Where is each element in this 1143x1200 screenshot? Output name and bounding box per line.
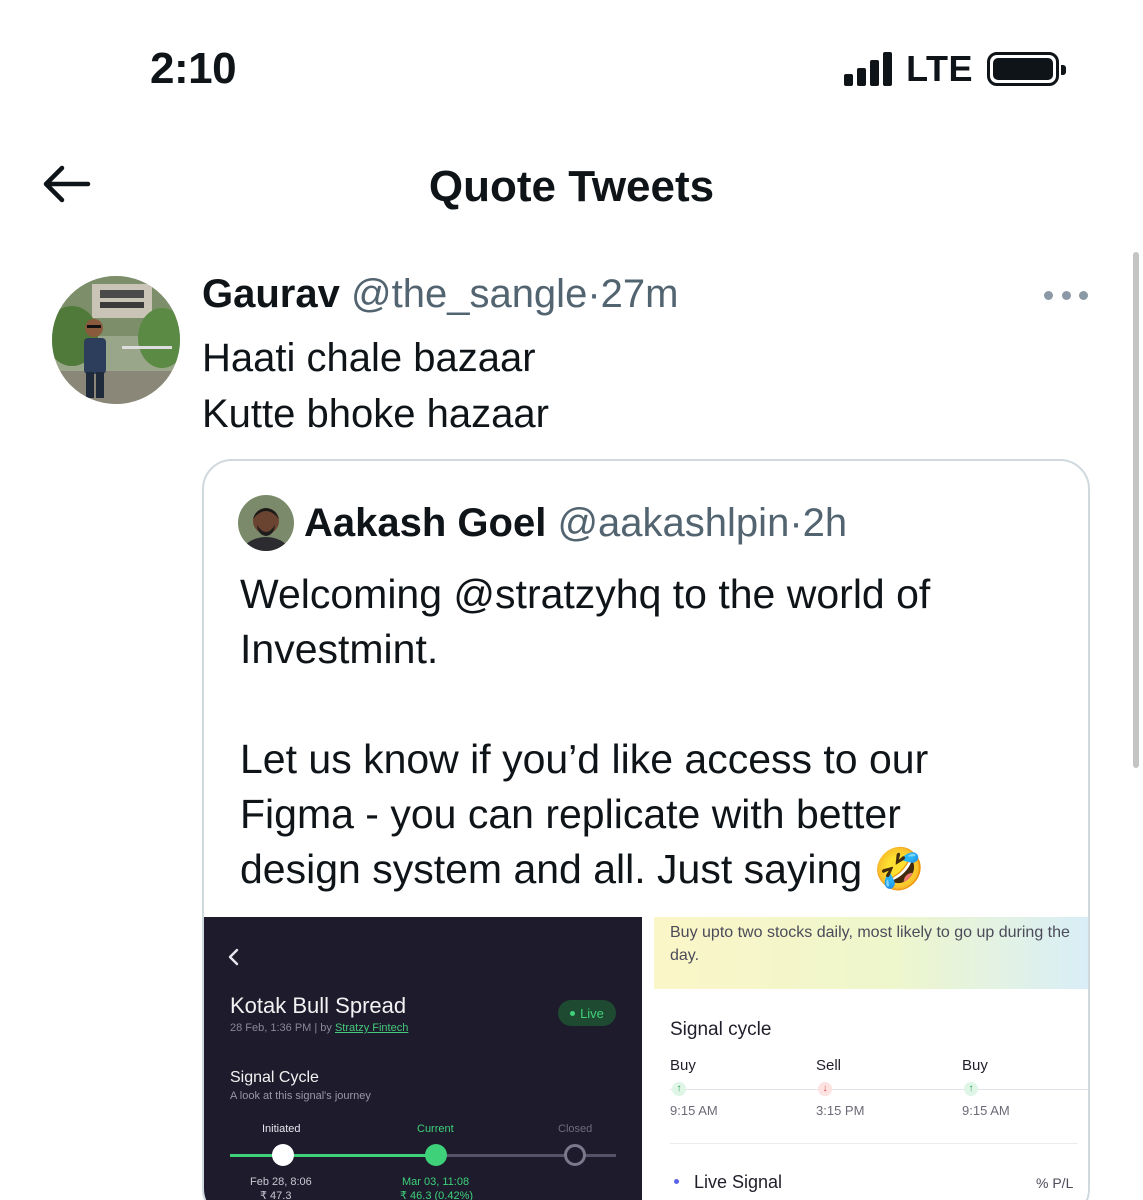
- quoted-tweet-text: Welcoming @stratzyhq to the world of Inv…: [240, 567, 1070, 897]
- tweet-line: Figma - you can replicate with better: [240, 791, 901, 837]
- meta-separator: ·: [789, 501, 803, 545]
- live-badge: Live: [558, 1000, 616, 1026]
- progress-track-remaining: [436, 1154, 616, 1157]
- avatar[interactable]: [238, 495, 294, 551]
- step-date-initiated: Feb 28, 8:06: [250, 1176, 312, 1188]
- cycle-time: 9:15 AM: [670, 1103, 718, 1118]
- live-dot-icon: [570, 1010, 576, 1016]
- info-banner: Buy upto two stocks daily, most likely t…: [654, 917, 1088, 989]
- author-name: Aakash Goel: [304, 501, 547, 545]
- step-date-current: Mar 03, 11:08: [402, 1176, 470, 1188]
- tweet-time[interactable]: 27m: [601, 272, 679, 316]
- battery-icon: [987, 52, 1066, 86]
- chevron-left-icon: [228, 948, 239, 966]
- strategy-date: 28 Feb, 1:36 PM | by: [230, 1022, 335, 1034]
- media-gallery[interactable]: Kotak Bull Spread 28 Feb, 1:36 PM | by S…: [204, 917, 1088, 1200]
- divider: [670, 1143, 1078, 1144]
- tweet-line: Let us know if you’d like access to our: [240, 736, 929, 782]
- author-handle: @aakashlpin: [557, 501, 790, 545]
- step-dot-current: [425, 1144, 447, 1166]
- more-horizontal-icon: [1044, 290, 1053, 300]
- pl-column-header: % P/L: [1036, 1175, 1074, 1191]
- quoted-tweet-card[interactable]: Aakash Goel @aakashlpin·2h Welcoming @st…: [202, 459, 1090, 1200]
- avatar[interactable]: [52, 276, 180, 404]
- meta-separator: ·: [587, 272, 601, 316]
- cycle-label-buy: Buy: [962, 1057, 988, 1074]
- media-image-right[interactable]: Buy upto two stocks daily, most likely t…: [644, 917, 1088, 1200]
- signal-cycle-title: Signal cycle: [670, 1019, 772, 1040]
- live-badge-label: Live: [580, 1005, 604, 1021]
- signal-cycle-title: Signal Cycle: [230, 1069, 319, 1086]
- tweet-line: Kutte bhoke hazaar: [202, 392, 549, 436]
- arrow-down-icon: ↓: [818, 1082, 832, 1096]
- author-link: Stratzy Fintech: [334, 1022, 409, 1034]
- strategy-subtitle: 28 Feb, 1:36 PM | by Stratzy Fintech: [230, 1022, 408, 1034]
- cycle-label-buy: Buy: [670, 1057, 696, 1074]
- tweet-line: Welcoming @stratzyhq to the world of: [240, 571, 931, 617]
- step-value-current: ₹ 46.3 (0.42%): [400, 1190, 474, 1200]
- author-handle[interactable]: @the_sangle: [351, 272, 587, 316]
- tweet-header: Gaurav @the_sangle·27m: [202, 272, 678, 317]
- arrow-up-icon: ↑: [964, 1082, 978, 1096]
- cycle-label-sell: Sell: [816, 1057, 842, 1074]
- signal-cycle-subtitle: A look at this signal's journey: [230, 1090, 371, 1102]
- banner-text: Buy upto two stocks daily, most likely t…: [670, 924, 1070, 964]
- step-label-current: Current: [417, 1123, 454, 1135]
- media-image-left[interactable]: Kotak Bull Spread 28 Feb, 1:36 PM | by S…: [204, 917, 642, 1200]
- author-name[interactable]: Gaurav: [202, 272, 340, 316]
- live-signal-label: Live Signal: [694, 1172, 783, 1192]
- scrollbar[interactable]: [1133, 252, 1139, 768]
- step-dot-closed: [564, 1144, 586, 1166]
- status-time: 2:10: [150, 44, 237, 93]
- more-options-button[interactable]: [1044, 286, 1088, 304]
- tweet-line: Haati chale bazaar: [202, 336, 536, 380]
- tweet-line: design system and all. Just saying 🤣: [240, 846, 925, 892]
- strategy-title: Kotak Bull Spread: [230, 993, 407, 1018]
- network-type: LTE: [906, 48, 973, 89]
- step-dot-initiated: [272, 1144, 294, 1166]
- cellular-signal-icon: [844, 52, 893, 86]
- step-label-closed: Closed: [558, 1123, 593, 1135]
- quoted-tweet-header: Aakash Goel @aakashlpin·2h: [304, 501, 847, 546]
- tweet-time: 2h: [802, 501, 848, 545]
- page-title: Quote Tweets: [428, 162, 715, 211]
- step-value-initiated: ₹ 47.3: [260, 1190, 292, 1200]
- status-indicators: LTE: [844, 48, 1066, 90]
- step-label-initiated: Initiated: [262, 1123, 301, 1135]
- arrow-up-icon: ↑: [672, 1082, 686, 1096]
- cycle-time: 9:15 AM: [962, 1103, 1010, 1118]
- cycle-line: [670, 1089, 1088, 1090]
- cycle-time: 3:15 PM: [816, 1103, 865, 1118]
- tweet-text: Haati chale bazaar Kutte bhoke hazaar: [202, 330, 549, 442]
- tweet-line: Investmint.: [240, 626, 439, 672]
- live-signal-dot-icon: [674, 1179, 679, 1184]
- progress-track-done: [230, 1154, 436, 1157]
